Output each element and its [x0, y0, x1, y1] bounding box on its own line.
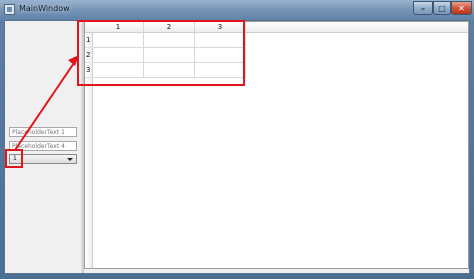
table-cell[interactable]	[144, 33, 195, 48]
combobox-value: 1	[13, 155, 17, 162]
row-header-1[interactable]: 1	[85, 33, 93, 48]
column-header-2[interactable]: 2	[144, 22, 195, 32]
window-title: MainWindow	[19, 4, 70, 13]
row-header-3[interactable]: 3	[85, 63, 93, 78]
table-cell[interactable]	[195, 33, 246, 48]
table-cell[interactable]	[93, 33, 144, 48]
table-cell[interactable]	[93, 48, 144, 63]
column-header-3[interactable]: 3	[195, 22, 246, 32]
dropdown-arrow-icon[interactable]	[67, 158, 73, 161]
table-widget[interactable]: 1 2 3 1 2 3	[84, 21, 469, 269]
main-window: MainWindow – □ ✕ 1 1 2 3 1 2 3	[0, 0, 474, 279]
table-cell[interactable]	[144, 63, 195, 78]
placeholder-input-1[interactable]	[9, 127, 77, 137]
row-header-2[interactable]: 2	[85, 48, 93, 63]
close-button[interactable]: ✕	[451, 1, 472, 15]
table-cell[interactable]	[144, 48, 195, 63]
row-header-bar: 1 2 3	[85, 33, 93, 268]
value-combobox[interactable]: 1	[9, 154, 77, 164]
maximize-icon: □	[438, 3, 446, 13]
left-panel: 1	[5, 21, 81, 273]
column-header-bar: 1 2 3	[85, 22, 468, 33]
title-bar[interactable]: MainWindow – □ ✕	[0, 0, 474, 20]
minimize-button[interactable]: –	[413, 1, 433, 15]
client-area: 1 1 2 3 1 2 3	[4, 20, 470, 274]
placeholder-input-4[interactable]	[9, 141, 77, 151]
minimize-icon: –	[421, 3, 425, 13]
table-cell[interactable]	[195, 63, 246, 78]
maximize-button[interactable]: □	[433, 1, 451, 15]
table-cell[interactable]	[93, 63, 144, 78]
close-icon: ✕	[458, 3, 465, 13]
column-header-1[interactable]: 1	[93, 22, 144, 32]
app-window-icon[interactable]	[4, 4, 15, 15]
table-cell[interactable]	[195, 48, 246, 63]
